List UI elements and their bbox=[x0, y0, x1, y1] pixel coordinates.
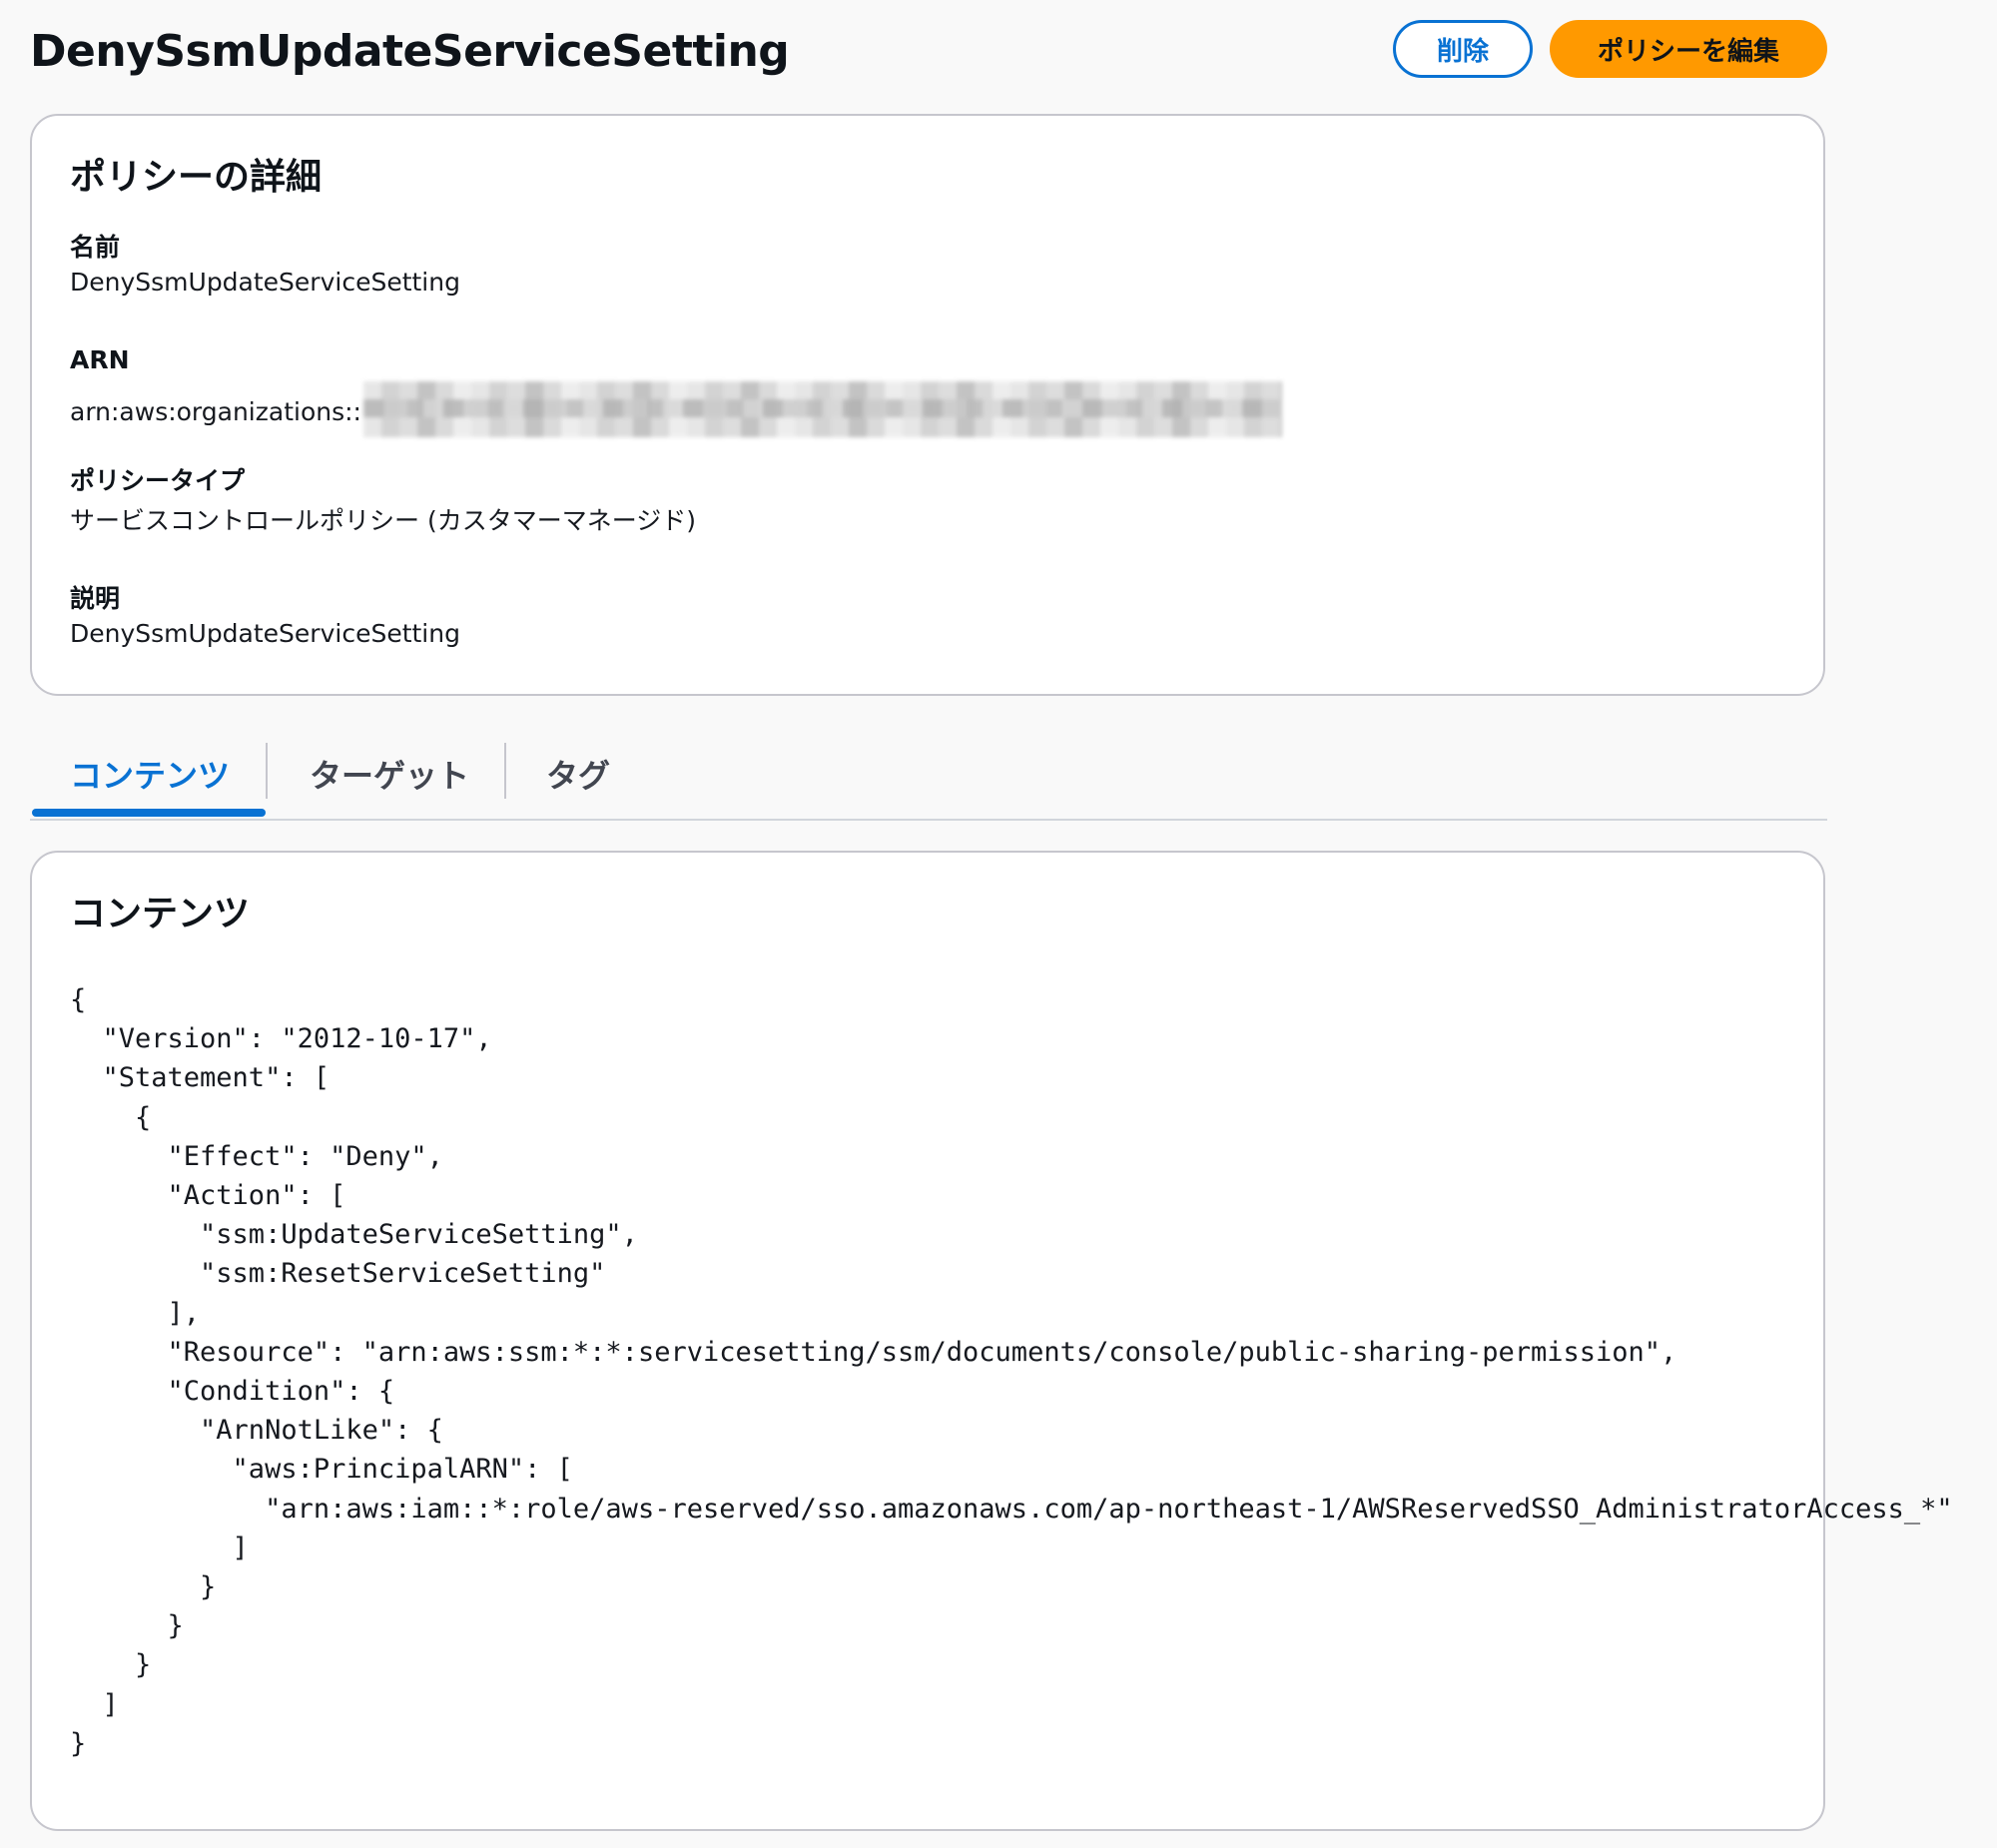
description-value: DenySsmUpdateServiceSetting bbox=[70, 619, 460, 648]
tab-tags[interactable]: タグ bbox=[546, 751, 610, 797]
active-tab-indicator bbox=[32, 809, 266, 817]
page-header: DenySsmUpdateServiceSetting 削除 ポリシーを編集 bbox=[30, 18, 1827, 88]
tab-divider bbox=[266, 743, 268, 799]
arn-prefix: arn:aws:organizations:: bbox=[70, 397, 361, 426]
policy-details-title: ポリシーの詳細 bbox=[70, 157, 323, 198]
policy-json-code: { "Version": "2012-10-17", "Statement": … bbox=[70, 984, 1953, 1759]
tab-targets[interactable]: ターゲット bbox=[310, 751, 469, 797]
policy-type-label: ポリシータイプ bbox=[70, 466, 246, 495]
tab-bar: コンテンツ ターゲット タグ bbox=[30, 739, 1827, 821]
contents-title: コンテンツ bbox=[70, 894, 251, 934]
policy-type-value: サービスコントロールポリシー (カスタマーマネージド) bbox=[70, 506, 696, 535]
edit-policy-button[interactable]: ポリシーを編集 bbox=[1550, 20, 1827, 78]
page-title: DenySsmUpdateServiceSetting bbox=[30, 26, 790, 77]
name-value: DenySsmUpdateServiceSetting bbox=[70, 268, 460, 297]
contents-card: コンテンツ { "Version": "2012-10-17", "Statem… bbox=[30, 851, 1953, 1831]
description-label: 説明 bbox=[70, 584, 121, 613]
arn-redacted-blur bbox=[362, 381, 1282, 437]
arn-label: ARN bbox=[70, 345, 130, 374]
tab-contents[interactable]: コンテンツ bbox=[70, 751, 230, 797]
name-label: 名前 bbox=[70, 233, 121, 262]
arn-value: arn:aws:organizations:: bbox=[70, 381, 1282, 441]
policy-details-card: ポリシーの詳細 名前 DenySsmUpdateServiceSetting A… bbox=[30, 114, 1825, 696]
delete-button[interactable]: 削除 bbox=[1393, 20, 1533, 78]
tab-divider bbox=[504, 743, 506, 799]
